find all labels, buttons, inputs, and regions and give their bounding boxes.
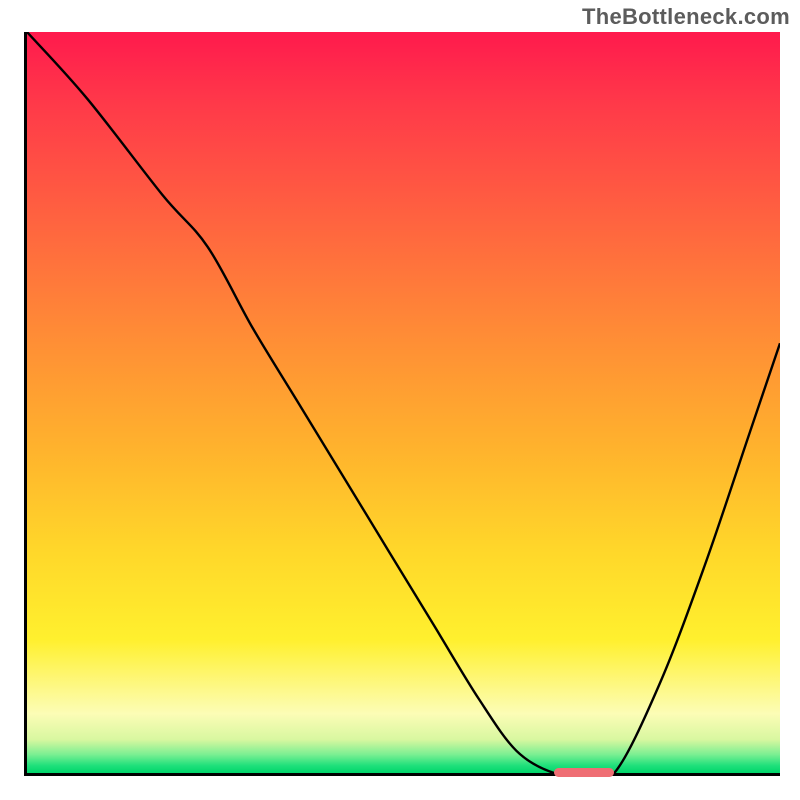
chart-container: TheBottleneck.com bbox=[0, 0, 800, 800]
watermark-text: TheBottleneck.com bbox=[582, 4, 790, 30]
optimal-marker bbox=[554, 768, 614, 777]
bottleneck-curve bbox=[27, 32, 780, 773]
curve-path bbox=[27, 32, 780, 773]
plot-area bbox=[24, 32, 780, 776]
